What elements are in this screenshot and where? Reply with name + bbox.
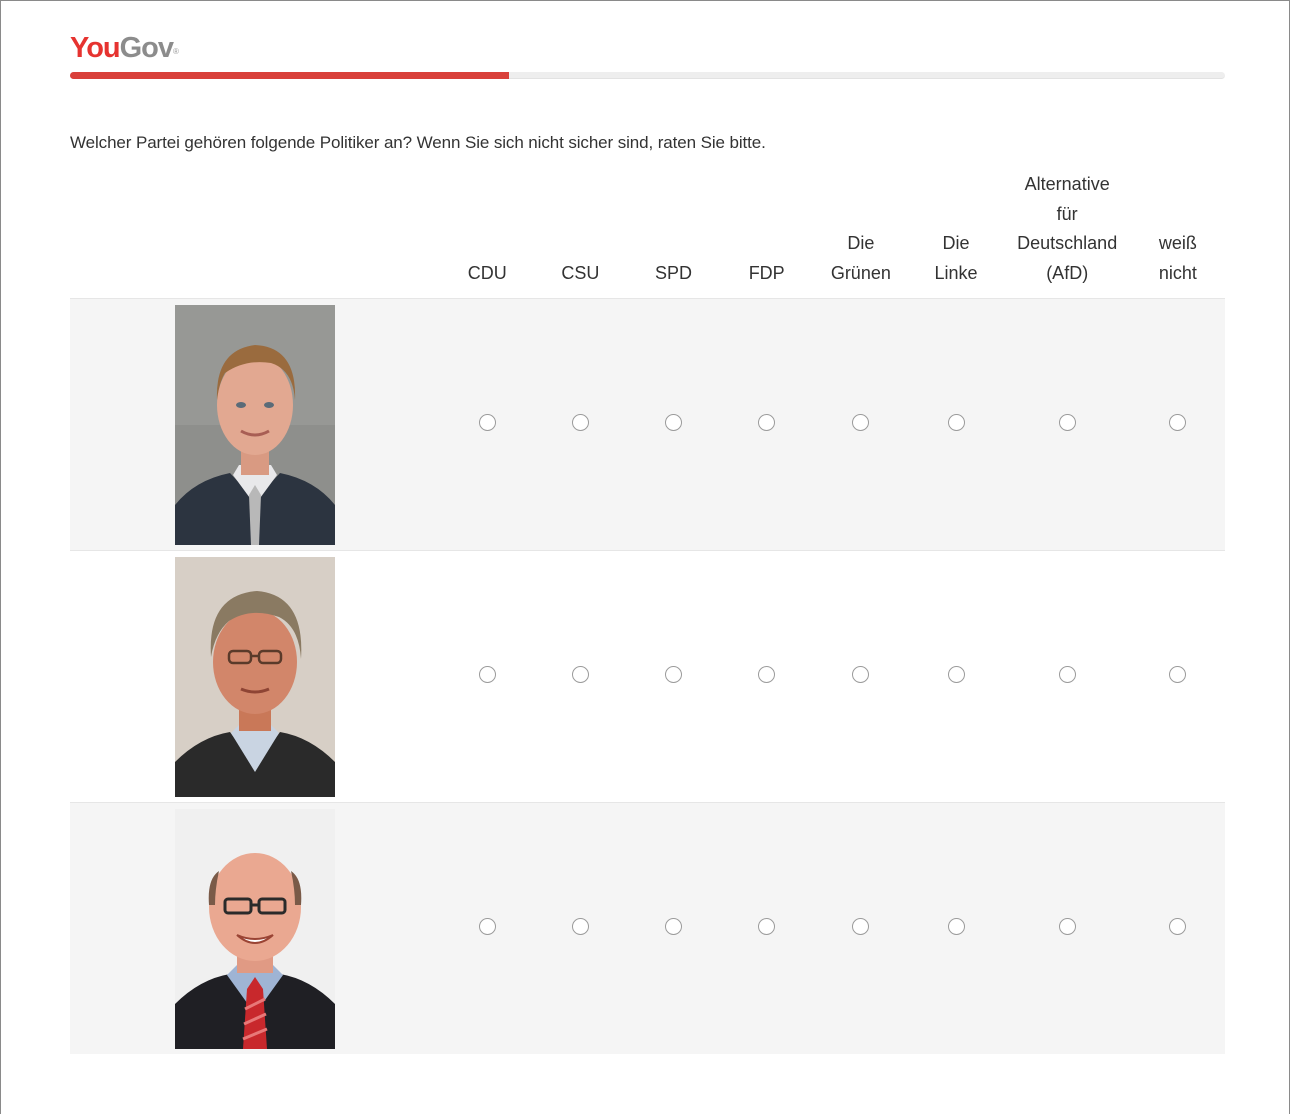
radio-button-die-linke[interactable] bbox=[947, 413, 965, 431]
option-cell bbox=[813, 802, 909, 1054]
option-cell bbox=[720, 298, 814, 551]
option-cell bbox=[533, 802, 627, 1054]
header-line: CDU bbox=[467, 262, 507, 283]
radio-button-die-gruenen[interactable] bbox=[852, 917, 870, 935]
header-line: Deutschland bbox=[1017, 233, 1118, 253]
radio-button-die-gruenen[interactable] bbox=[852, 413, 870, 431]
question-text: Welcher Partei gehören folgende Politike… bbox=[70, 133, 766, 152]
option-cell bbox=[908, 298, 1004, 551]
radio-button-afd[interactable] bbox=[1058, 665, 1076, 683]
column-header-csu: CSU bbox=[534, 170, 627, 299]
radio-button-die-gruenen[interactable] bbox=[852, 665, 870, 683]
header-line: nicht bbox=[1158, 262, 1197, 283]
option-cell bbox=[908, 550, 1004, 803]
photo-cell bbox=[70, 802, 441, 1054]
radio-button-fdp[interactable] bbox=[758, 665, 776, 683]
radio-button-spd[interactable] bbox=[665, 413, 683, 431]
radio-button-spd[interactable] bbox=[665, 917, 683, 935]
radio-button-fdp[interactable] bbox=[758, 413, 776, 431]
radio-button-afd[interactable] bbox=[1058, 413, 1076, 431]
option-cell bbox=[626, 802, 721, 1054]
option-cell bbox=[440, 298, 534, 551]
politician-portrait-2-icon bbox=[175, 556, 335, 797]
header-line: (AfD) bbox=[1046, 262, 1089, 283]
radio-button-die-linke[interactable] bbox=[947, 917, 965, 935]
option-cell bbox=[533, 298, 627, 551]
logo-you: You bbox=[70, 32, 121, 64]
logo-gov: Gov bbox=[119, 32, 174, 64]
option-cell bbox=[1003, 802, 1131, 1054]
radio-button-csu[interactable] bbox=[571, 413, 589, 431]
header-line: Alternative bbox=[1024, 174, 1110, 194]
column-header-die-gruenen: Die Grünen bbox=[813, 170, 908, 299]
column-header-afd: Alternative für Deutschland (AfD) bbox=[1004, 170, 1131, 299]
radio-button-cdu[interactable] bbox=[478, 413, 496, 431]
politician-portrait-3-icon bbox=[175, 808, 335, 1049]
grid-header-row: CDU CSU SPD FDP Die Grünen Die Linke Alter… bbox=[70, 170, 1225, 299]
column-header-fdp: FDP bbox=[720, 170, 813, 299]
header-line: SPD bbox=[655, 262, 693, 283]
grid-row-3 bbox=[70, 802, 1225, 1054]
option-cell bbox=[626, 298, 721, 551]
option-cell bbox=[1130, 298, 1225, 551]
header-line: für bbox=[1056, 203, 1078, 224]
option-cell bbox=[813, 298, 909, 551]
option-cell bbox=[440, 802, 534, 1054]
header-empty-cell bbox=[70, 170, 441, 299]
option-cell bbox=[720, 550, 814, 803]
header-line: Die bbox=[942, 233, 970, 253]
radio-button-spd[interactable] bbox=[665, 665, 683, 683]
radio-button-die-linke[interactable] bbox=[947, 665, 965, 683]
radio-button-fdp[interactable] bbox=[758, 917, 776, 935]
grid-row-1 bbox=[70, 298, 1225, 551]
radio-button-weiss-nicht[interactable] bbox=[1169, 413, 1187, 431]
photo-cell bbox=[70, 298, 441, 551]
header-line: Die bbox=[847, 233, 875, 253]
option-cell bbox=[1130, 550, 1225, 803]
option-cell bbox=[440, 550, 534, 803]
radio-button-cdu[interactable] bbox=[478, 917, 496, 935]
column-header-spd: SPD bbox=[627, 170, 720, 299]
header-line: Linke bbox=[934, 262, 978, 283]
radio-button-weiss-nicht[interactable] bbox=[1169, 665, 1187, 683]
column-header-cdu: CDU bbox=[441, 170, 534, 299]
option-cell bbox=[813, 550, 909, 803]
radio-button-weiss-nicht[interactable] bbox=[1169, 917, 1187, 935]
header-line: CSU bbox=[561, 262, 600, 283]
radio-button-afd[interactable] bbox=[1058, 917, 1076, 935]
header-line: weiß bbox=[1158, 233, 1197, 253]
radio-button-cdu[interactable] bbox=[478, 665, 496, 683]
option-cell bbox=[1130, 802, 1225, 1054]
politician-portrait-1-icon bbox=[175, 304, 335, 545]
photo-cell bbox=[70, 550, 441, 803]
option-cell bbox=[533, 550, 627, 803]
column-header-die-linke: Die Linke bbox=[908, 170, 1003, 299]
option-cell bbox=[1003, 298, 1131, 551]
grid-row-2 bbox=[70, 550, 1225, 803]
logo-registered-mark: ® bbox=[173, 47, 179, 56]
header-line: Grünen bbox=[830, 262, 891, 283]
option-cell bbox=[626, 550, 721, 803]
answer-grid: CDU CSU SPD FDP Die Grünen Die Linke Alter… bbox=[70, 170, 1225, 1054]
yougov-logo: YouGov® bbox=[70, 30, 179, 66]
option-cell bbox=[1003, 550, 1131, 803]
radio-button-csu[interactable] bbox=[571, 665, 589, 683]
progress-bar-fill bbox=[70, 72, 509, 79]
option-cell bbox=[908, 802, 1004, 1054]
column-header-weiss-nicht: weiß nicht bbox=[1131, 170, 1225, 299]
radio-button-csu[interactable] bbox=[571, 917, 589, 935]
option-cell bbox=[720, 802, 814, 1054]
progress-bar bbox=[70, 72, 1225, 79]
header-line: FDP bbox=[748, 262, 785, 283]
